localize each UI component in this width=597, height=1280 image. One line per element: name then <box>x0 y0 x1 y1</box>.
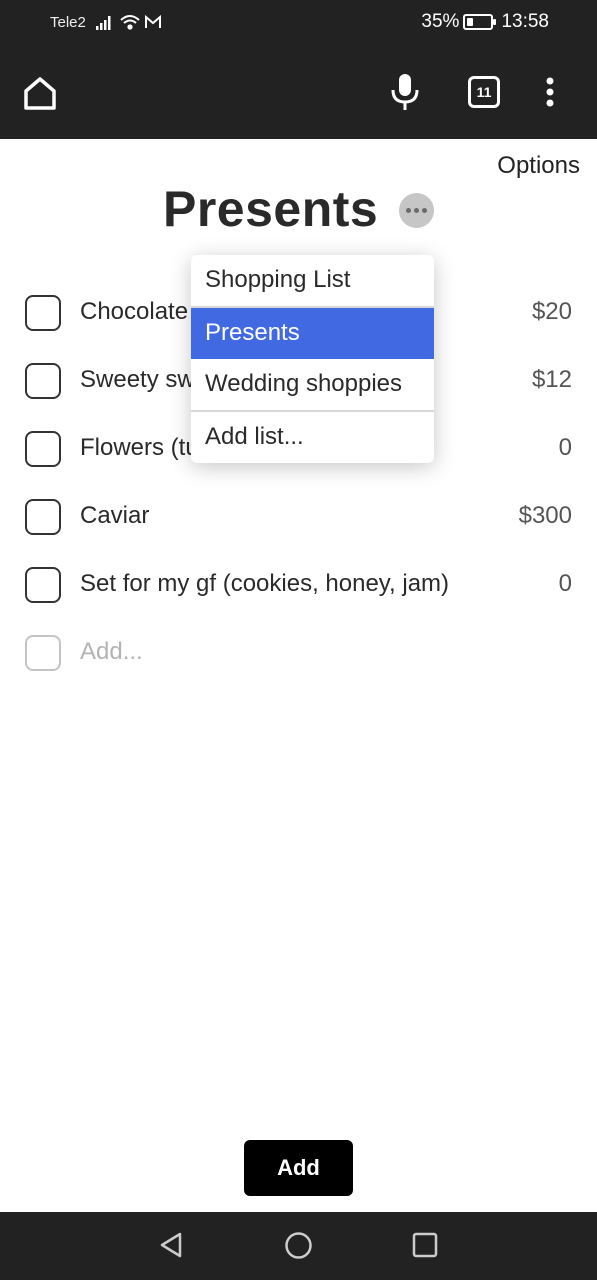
add-button[interactable]: Add <box>244 1140 353 1196</box>
home-circle-icon[interactable] <box>284 1231 313 1260</box>
tabs-button[interactable]: 11 <box>468 76 500 108</box>
battery-percent: 35% <box>421 11 460 32</box>
carrier-name: Tele2 <box>50 14 86 31</box>
dropdown-item-presents[interactable]: Presents <box>191 308 434 359</box>
battery-status: 35% 13:58 <box>421 11 549 33</box>
list-item: Set for my gf (cookies, honey, jam) 0 <box>0 567 597 635</box>
item-checkbox[interactable] <box>25 363 61 399</box>
item-name[interactable]: Set for my gf (cookies, honey, jam) <box>80 570 449 598</box>
options-link[interactable]: Options <box>497 152 580 180</box>
item-checkbox[interactable] <box>25 499 61 535</box>
item-price[interactable]: $12 <box>532 366 572 394</box>
more-vert-icon[interactable] <box>538 76 562 108</box>
item-checkbox[interactable] <box>25 295 61 331</box>
wifi-icon <box>120 15 140 30</box>
home-icon[interactable] <box>20 74 60 112</box>
gmail-icon <box>145 14 161 28</box>
signal-icon <box>96 16 111 30</box>
mic-icon[interactable] <box>388 72 422 112</box>
add-item-checkbox <box>25 635 61 671</box>
list-switcher-dropdown: Shopping List Presents Wedding shoppies … <box>191 255 434 463</box>
dropdown-item-shopping-list[interactable]: Shopping List <box>191 255 434 306</box>
add-list-option[interactable]: Add list... <box>191 412 434 463</box>
dropdown-item-wedding-shoppies[interactable]: Wedding shoppies <box>191 359 434 410</box>
more-dot-icon <box>406 208 411 213</box>
item-price[interactable]: 0 <box>559 434 572 462</box>
browser-toolbar: 11 <box>0 46 597 139</box>
item-checkbox[interactable] <box>25 431 61 467</box>
battery-icon <box>463 14 497 30</box>
item-name[interactable]: Chocolate <box>80 298 188 326</box>
page-title: Presents <box>163 181 379 237</box>
more-dot-icon <box>422 208 427 213</box>
status-bar: Tele2 35% 13:58 <box>0 0 597 46</box>
list-menu-button[interactable] <box>399 193 434 228</box>
recent-apps-icon[interactable] <box>412 1232 438 1258</box>
item-name[interactable]: Caviar <box>80 502 149 530</box>
system-nav-bar <box>0 1212 597 1280</box>
item-price[interactable]: $300 <box>519 502 572 530</box>
clock: 13:58 <box>501 11 549 32</box>
back-icon[interactable] <box>158 1231 184 1259</box>
add-item-input[interactable]: Add... <box>80 638 143 666</box>
more-dot-icon <box>414 208 419 213</box>
item-price[interactable]: $20 <box>532 298 572 326</box>
item-price[interactable]: 0 <box>559 570 572 598</box>
list-item: Caviar $300 <box>0 499 597 567</box>
add-item-row: Add... <box>0 635 597 703</box>
signal-wifi-mail-icons <box>96 14 161 30</box>
item-checkbox[interactable] <box>25 567 61 603</box>
